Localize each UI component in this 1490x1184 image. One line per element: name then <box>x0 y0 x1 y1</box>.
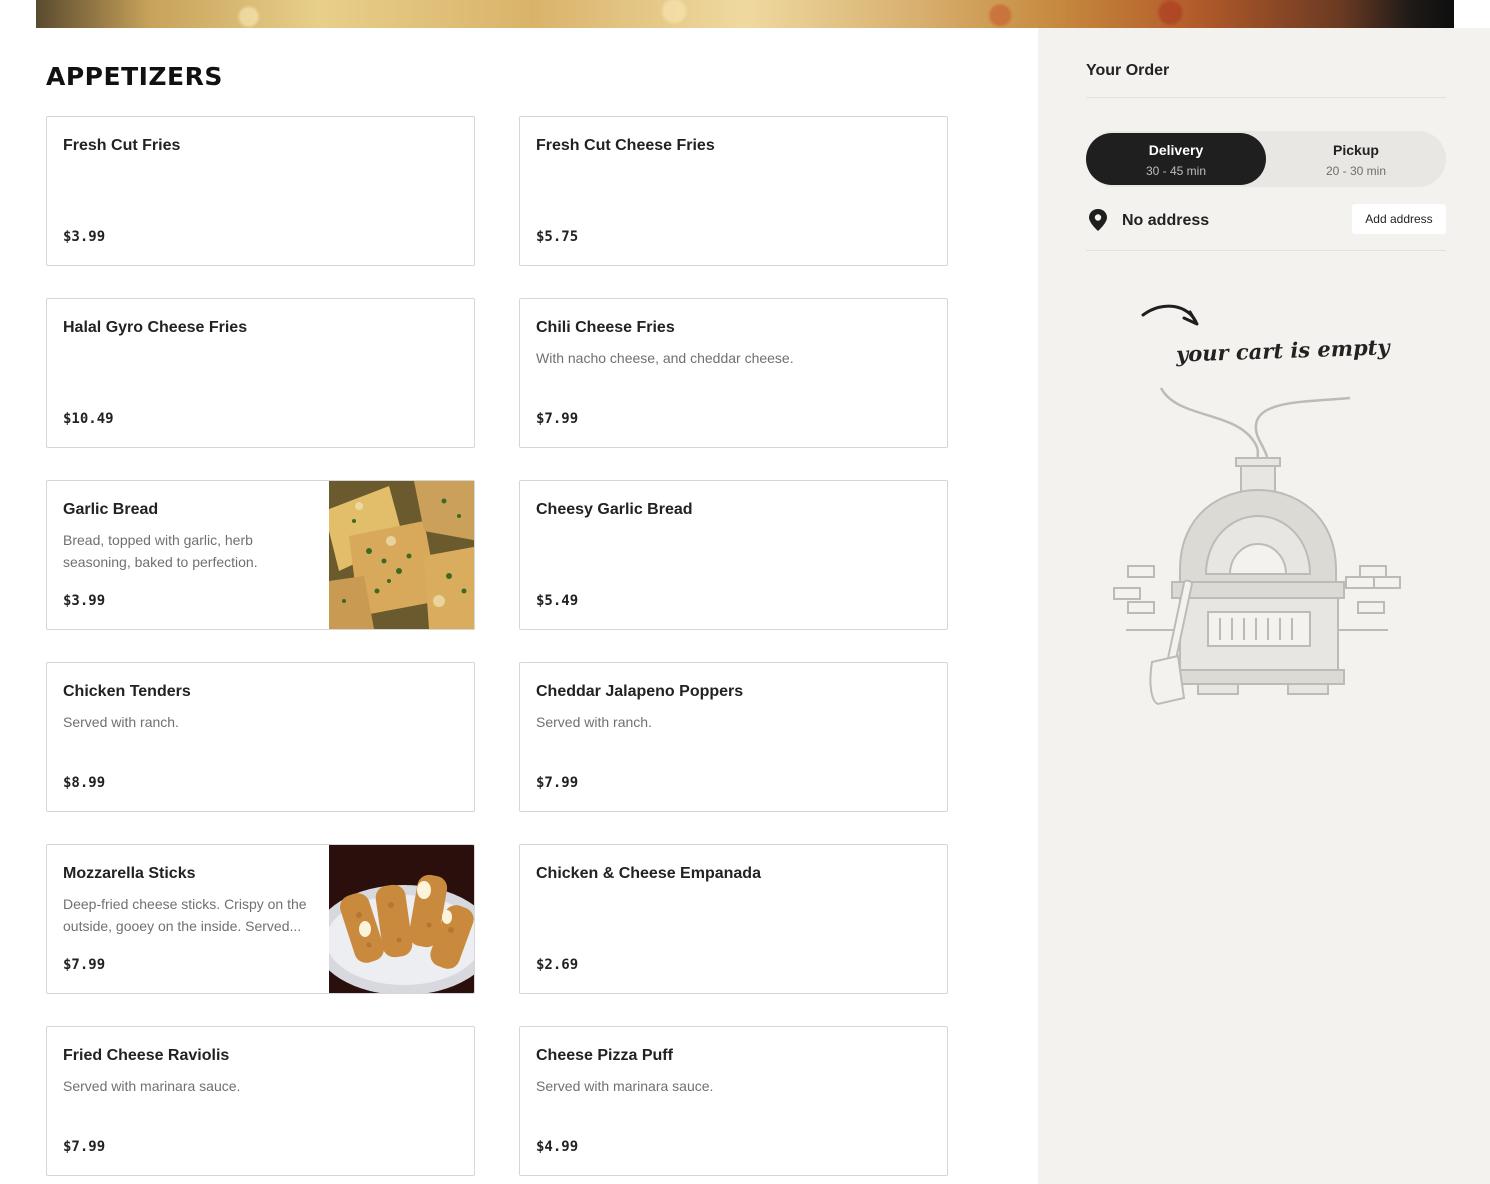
item-price: $10.49 <box>63 411 114 427</box>
item-price: $5.49 <box>536 593 579 609</box>
item-price: $4.99 <box>536 1139 579 1155</box>
pickup-label: Pickup <box>1333 142 1379 158</box>
item-description: Served with ranch. <box>536 714 652 730</box>
fulfillment-toggle: Delivery 30 - 45 min Pickup 20 - 30 min <box>1086 131 1446 187</box>
item-name: Fried Cheese Raviolis <box>63 1047 230 1064</box>
garlic-bread-photo <box>329 481 474 629</box>
pickup-time: 20 - 30 min <box>1325 164 1387 178</box>
menu-item-card[interactable]: Mozzarella Sticks Deep-fried cheese stic… <box>46 844 475 994</box>
item-name: Garlic Bread <box>63 501 159 518</box>
item-name: Cheesy Garlic Bread <box>536 501 693 518</box>
item-price: $3.99 <box>63 593 106 609</box>
menu-item-card[interactable]: Chili Cheese Fries With nacho cheese, an… <box>519 298 948 448</box>
item-price: $7.99 <box>536 775 579 791</box>
item-price: $8.99 <box>63 775 106 791</box>
item-description: Served with marinara sauce. <box>536 1078 714 1094</box>
menu-item-card[interactable]: Fried Cheese Raviolis Served with marina… <box>46 1026 475 1176</box>
hero-banner-image <box>36 0 1454 28</box>
item-name: Chicken Tenders <box>63 683 191 700</box>
address-row: No address Add address <box>1086 204 1446 238</box>
divider <box>1086 250 1446 251</box>
divider <box>1086 97 1446 98</box>
item-price: $2.69 <box>536 957 579 973</box>
menu-item-card[interactable]: Chicken & Cheese Empanada $2.69 <box>519 844 948 994</box>
menu-item-card[interactable]: Cheese Pizza Puff Served with marinara s… <box>519 1026 948 1176</box>
menu-item-card[interactable]: Cheesy Garlic Bread $5.49 <box>519 480 948 630</box>
item-description: Deep-fried cheese sticks. Crispy on the … <box>63 896 307 934</box>
section-title: APPETIZERS <box>46 62 223 91</box>
item-name: Fresh Cut Cheese Fries <box>536 137 715 154</box>
mozzarella-sticks-photo <box>329 845 474 993</box>
menu-item-card[interactable]: Fresh Cut Cheese Fries $5.75 <box>519 116 948 266</box>
pickup-option-button[interactable]: Pickup 20 - 30 min <box>1266 133 1446 185</box>
item-name: Halal Gyro Cheese Fries <box>63 319 248 336</box>
add-address-button[interactable]: Add address <box>1352 204 1446 234</box>
item-name: Chicken & Cheese Empanada <box>536 865 761 882</box>
menu-item-card[interactable]: Garlic Bread Bread, topped with garlic, … <box>46 480 475 630</box>
menu-section: APPETIZERS Fresh Cut Fries $3.99 Fresh C… <box>0 28 1038 1184</box>
item-description: With nacho cheese, and cheddar cheese. <box>536 350 794 366</box>
item-price: $7.99 <box>63 957 106 973</box>
item-name: Cheese Pizza Puff <box>536 1047 673 1064</box>
location-pin-icon <box>1089 209 1107 231</box>
item-description: Served with ranch. <box>63 714 179 730</box>
menu-item-card[interactable]: Halal Gyro Cheese Fries $10.49 <box>46 298 475 448</box>
item-description: Served with marinara sauce. <box>63 1078 241 1094</box>
delivery-option-button[interactable]: Delivery 30 - 45 min <box>1086 133 1266 185</box>
item-price: $7.99 <box>63 1139 106 1155</box>
item-description: Bread, topped with garlic, herb seasonin… <box>63 532 258 570</box>
delivery-time: 30 - 45 min <box>1145 164 1207 178</box>
delivery-label: Delivery <box>1148 142 1204 158</box>
item-name: Fresh Cut Fries <box>63 137 181 154</box>
order-sidebar: Your Order Delivery 30 - 45 min Pickup 2… <box>1038 28 1490 1184</box>
item-name: Chili Cheese Fries <box>536 319 675 336</box>
menu-item-card[interactable]: Fresh Cut Fries $3.99 <box>46 116 475 266</box>
item-name: Mozzarella Sticks <box>63 865 196 882</box>
item-price: $7.99 <box>536 411 579 427</box>
menu-item-card[interactable]: Chicken Tenders Served with ranch. $8.99 <box>46 662 475 812</box>
item-price: $5.75 <box>536 229 579 245</box>
item-price: $3.99 <box>63 229 106 245</box>
item-name: Cheddar Jalapeno Poppers <box>536 683 744 700</box>
address-text: No address <box>1122 212 1210 229</box>
menu-item-card[interactable]: Cheddar Jalapeno Poppers Served with ran… <box>519 662 948 812</box>
order-title: Your Order <box>1086 62 1170 79</box>
